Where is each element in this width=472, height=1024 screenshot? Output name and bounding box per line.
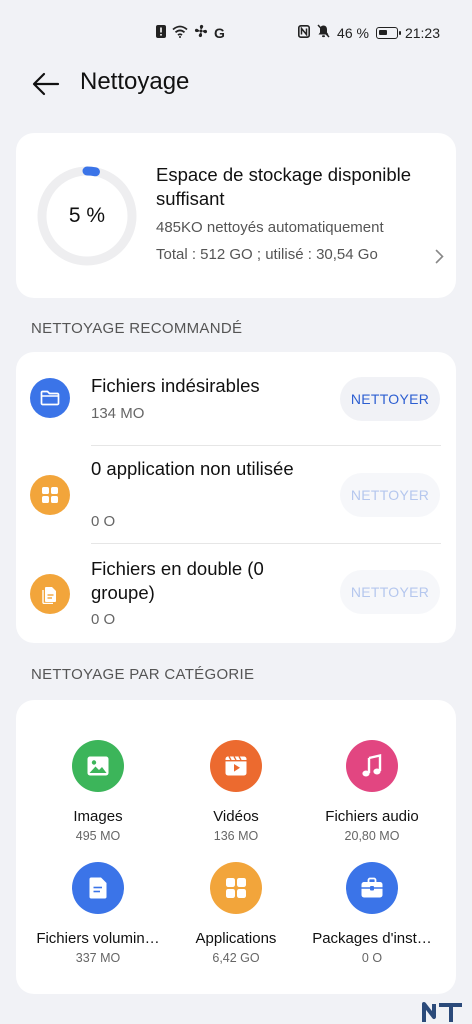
storage-percent: 5 % [68, 204, 106, 227]
video-icon [210, 740, 262, 792]
category-size: 6,42 GO [212, 951, 260, 965]
wifi-icon [172, 25, 188, 41]
storage-status-title: Espace de stockage disponible suffisant [156, 164, 412, 209]
reco-title: Fichiers en double (0 groupe) [91, 558, 264, 603]
reco-item-duplicate-files: Fichiers en double (0 groupe) 0 O NETTOY… [16, 544, 456, 643]
category-card: Images 495 MO Vidéos 136 MO Fichiers aud… [16, 700, 456, 994]
category-images[interactable]: Images 495 MO [28, 740, 168, 843]
chevron-right-icon [435, 249, 444, 269]
divider [91, 445, 441, 446]
category-size: 0 O [361, 951, 383, 965]
category-applications[interactable]: Applications 6,42 GO [166, 862, 306, 965]
apps-icon [210, 862, 262, 914]
category-section-title: NETTOYAGE PAR CATÉGORIE [31, 666, 255, 683]
alert-icon [156, 24, 166, 41]
mute-icon [317, 24, 330, 41]
reco-size: 0 O [91, 513, 116, 530]
category-name: Packages d'inst… [312, 930, 432, 947]
category-size: 136 MO [213, 829, 259, 843]
battery-icon [375, 26, 401, 39]
music-icon [346, 740, 398, 792]
category-audio[interactable]: Fichiers audio 20,80 MO [302, 740, 442, 843]
auto-cleaned-label: 485KO nettoyés automatiquement [156, 219, 384, 236]
status-right: 46 % 21:23 [298, 24, 440, 41]
status-bar: G 46 % 21:23 [0, 0, 472, 60]
header: Nettoyage [0, 62, 472, 106]
image-icon [72, 740, 124, 792]
recommended-section-title: NETTOYAGE RECOMMANDÉ [31, 320, 243, 337]
category-videos[interactable]: Vidéos 136 MO [166, 740, 306, 843]
status-left: G [156, 24, 225, 41]
clock: 21:23 [404, 24, 440, 41]
category-name: Fichiers volumin… [36, 930, 160, 947]
reco-item-junk-files: Fichiers indésirables 134 MO NETTOYER [16, 352, 456, 447]
large-file-icon [72, 862, 124, 914]
recommended-card: Fichiers indésirables 134 MO NETTOYER 0 … [16, 352, 456, 643]
reco-size: 134 MO [91, 405, 145, 422]
apps-icon [30, 475, 70, 515]
reco-item-unused-apps: 0 application non utilisée 0 O NETTOYER [16, 447, 456, 543]
fan-icon [194, 24, 208, 41]
page-title: Nettoyage [80, 68, 190, 95]
storage-total-link[interactable]: Total : 512 GO ; utilisé : 30,54 Go [156, 246, 446, 263]
clean-button[interactable]: NETTOYER [340, 570, 440, 614]
reco-title: 0 application non utilisée [91, 458, 294, 479]
back-button[interactable] [28, 68, 64, 100]
duplicate-file-icon [30, 574, 70, 614]
network-type-label: G [214, 24, 225, 41]
category-size: 337 MO [75, 951, 121, 965]
category-name: Images [73, 808, 123, 825]
watermark-logo [422, 1002, 462, 1022]
folder-icon [30, 378, 70, 418]
category-large-files[interactable]: Fichiers volumin… 337 MO [28, 862, 168, 965]
storage-card[interactable]: 5 % Espace de stockage disponible suffis… [16, 133, 456, 298]
category-packages[interactable]: Packages d'inst… 0 O [302, 862, 442, 965]
category-size: 495 MO [75, 829, 121, 843]
category-size: 20,80 MO [344, 829, 400, 843]
reco-size: 0 O [91, 611, 116, 628]
category-name: Applications [195, 930, 277, 947]
package-icon [346, 862, 398, 914]
clean-button[interactable]: NETTOYER [340, 377, 440, 421]
category-name: Vidéos [213, 808, 259, 825]
clean-button[interactable]: NETTOYER [340, 473, 440, 517]
reco-title: Fichiers indésirables [91, 375, 260, 396]
back-arrow-icon [32, 72, 60, 96]
nfc-icon [298, 24, 311, 41]
category-name: Fichiers audio [325, 808, 419, 825]
battery-percent: 46 % [337, 24, 369, 41]
